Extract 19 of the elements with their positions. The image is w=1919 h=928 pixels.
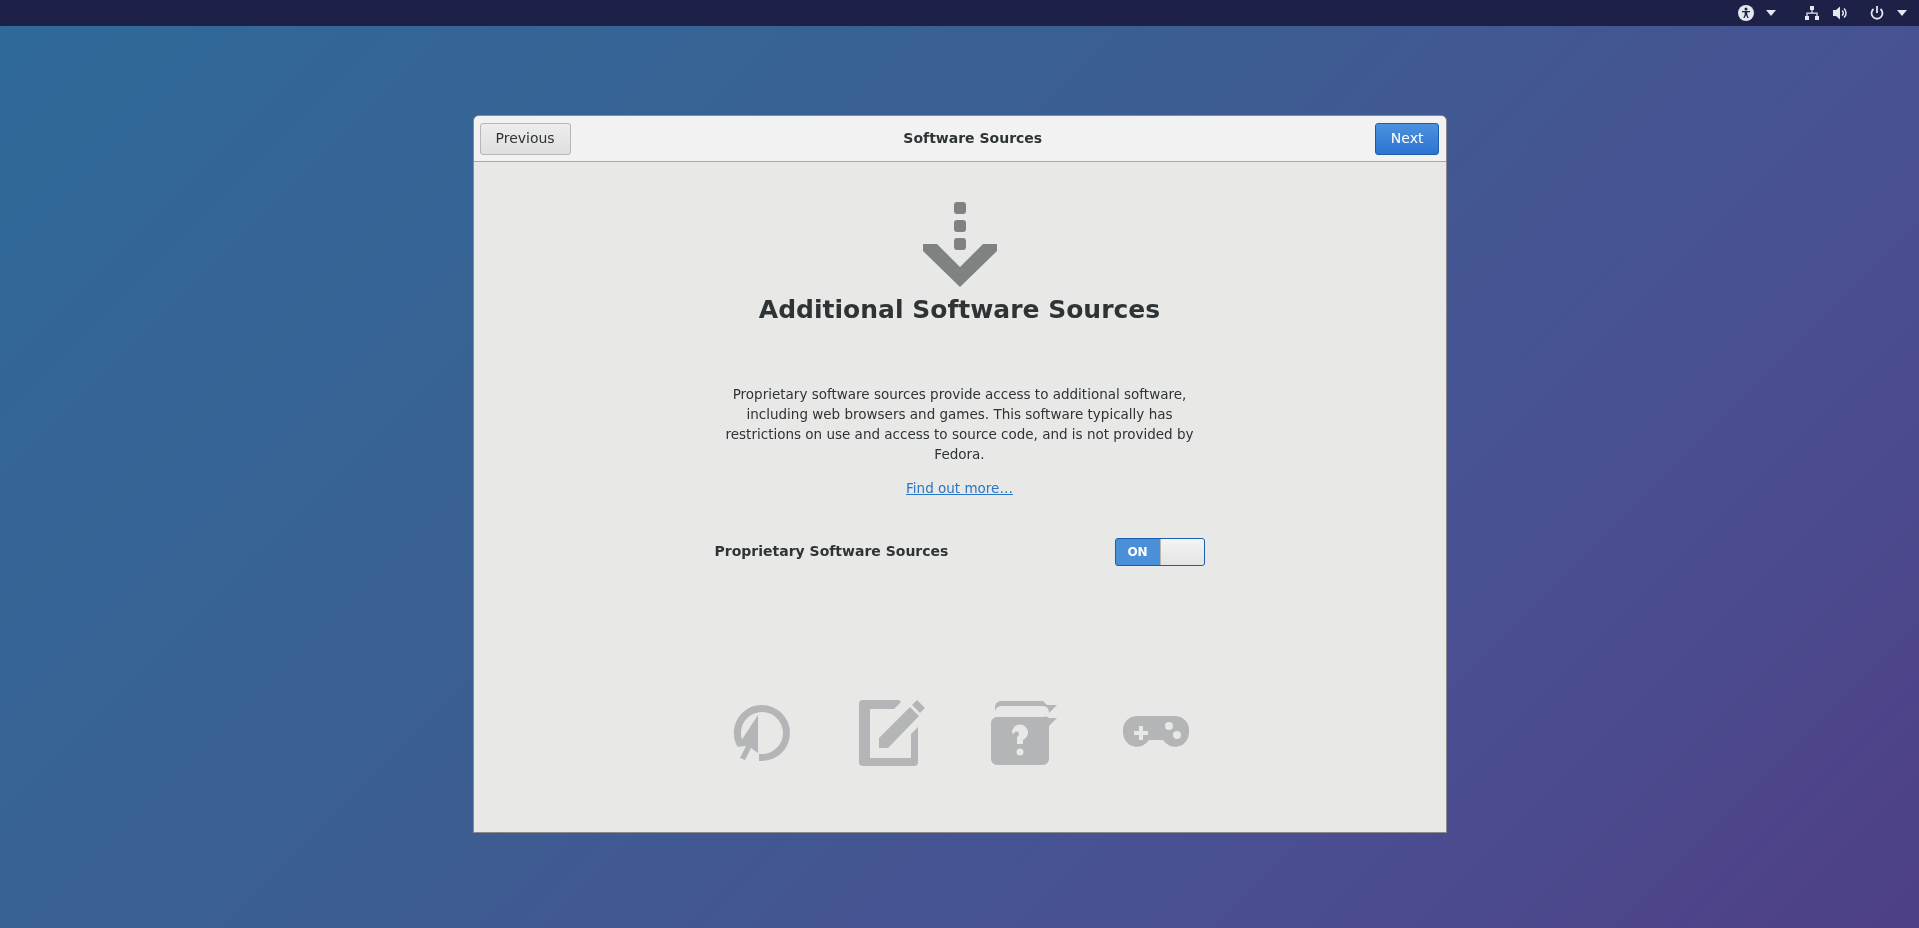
previous-button[interactable]: Previous — [479, 122, 571, 155]
help-folder-icon — [990, 700, 1057, 765]
page-heading: Additional Software Sources — [758, 294, 1161, 326]
document-edit-icon — [858, 699, 925, 766]
volume-icon[interactable] — [1832, 5, 1849, 21]
toggle-switch[interactable]: ON — [1114, 537, 1205, 566]
accessibility-icon[interactable] — [1738, 5, 1754, 21]
switch-label: Proprietary Software Sources — [714, 542, 949, 562]
switch-thumb[interactable] — [1159, 538, 1204, 565]
gamepad-icon — [1122, 715, 1189, 750]
network-icon[interactable] — [1804, 5, 1820, 21]
caret-icon — [1897, 10, 1907, 16]
find-out-more-link[interactable]: Find out more… — [906, 477, 1013, 498]
next-button[interactable]: Next — [1374, 122, 1440, 155]
window-title: Software Sources — [903, 129, 1043, 148]
caret-icon — [1766, 10, 1776, 16]
download-arrow-icon — [922, 202, 997, 287]
description-text: Proprietary software sources provide access to additional software, including web browsers and games. This software typically has restrictions on use and access to source code, and is not provided by Fedora. — [724, 384, 1195, 464]
power-icon[interactable] — [1869, 5, 1885, 21]
